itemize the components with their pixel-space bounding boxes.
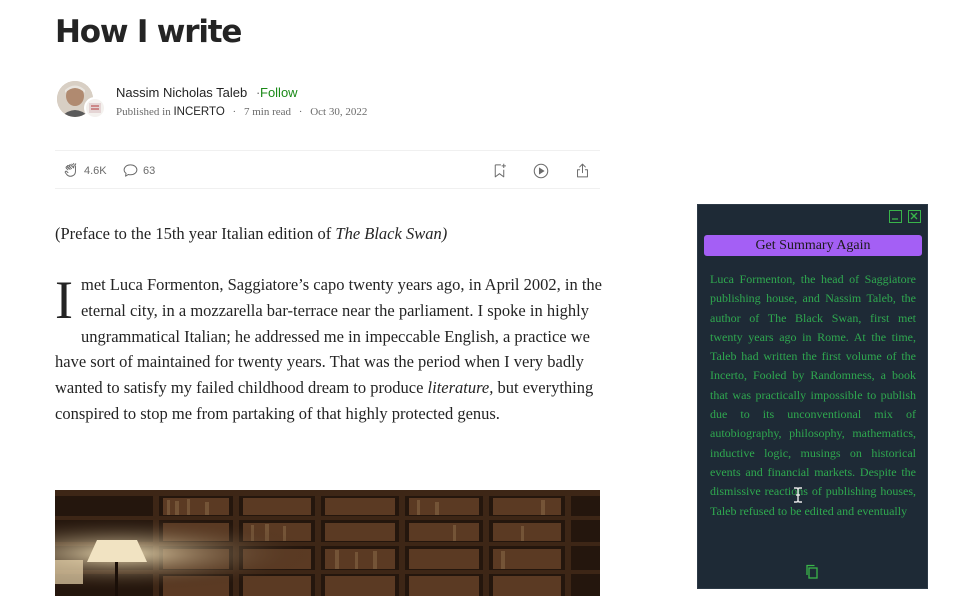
get-summary-again-button[interactable]: Get Summary Again xyxy=(704,235,922,256)
publish-date: Oct 30, 2022 xyxy=(310,106,368,118)
clap-button[interactable]: 4.6K xyxy=(63,162,107,179)
save-button[interactable] xyxy=(491,162,508,179)
article-paragraph: I met Luca Formenton, Saggiatore’s capo … xyxy=(55,272,605,427)
text-cursor-icon xyxy=(793,487,803,508)
drop-cap: I xyxy=(55,270,73,330)
minimize-button[interactable] xyxy=(889,210,902,223)
preface-note: (Preface to the 15th year Italian editio… xyxy=(55,224,447,244)
listen-button[interactable] xyxy=(532,162,550,180)
play-icon xyxy=(533,163,549,179)
article-action-bar: 4.6K 63 xyxy=(55,150,600,189)
meta-separator: · xyxy=(298,106,303,118)
published-in-label: Published in xyxy=(116,106,171,118)
article-hero-image xyxy=(55,490,600,596)
minimize-icon xyxy=(892,218,898,220)
paragraph-emphasis: literature, xyxy=(427,378,494,398)
response-count: 63 xyxy=(143,164,156,177)
preface-prefix: (Preface to the 15th year Italian editio… xyxy=(55,224,336,243)
close-icon xyxy=(910,212,918,220)
publication-logo[interactable] xyxy=(84,97,106,119)
bookmark-add-icon xyxy=(494,163,506,178)
share-icon xyxy=(577,163,588,178)
meta-separator: · xyxy=(232,106,237,118)
author-row: Nassim Nicholas Taleb · Follow Published… xyxy=(57,81,617,121)
read-time: 7 min read xyxy=(243,106,292,118)
copy-button[interactable] xyxy=(805,564,819,584)
share-button[interactable] xyxy=(574,162,591,179)
article-meta: Published in INCERTO · 7 min read · Oct … xyxy=(116,106,367,118)
summary-panel: Get Summary Again Luca Formenton, the he… xyxy=(697,204,928,589)
summary-text: Luca Formenton, the head of Saggiatore p… xyxy=(710,272,916,518)
preface-book-title: The Black Swan) xyxy=(335,224,448,243)
copy-icon xyxy=(806,564,818,579)
clap-icon xyxy=(64,162,77,177)
author-name[interactable]: Nassim Nicholas Taleb xyxy=(116,85,247,100)
clap-count: 4.6K xyxy=(84,164,107,177)
article-title: How I write xyxy=(55,14,242,50)
responses-button[interactable]: 63 xyxy=(122,162,155,179)
close-button[interactable] xyxy=(908,210,921,223)
publication-link[interactable]: INCERTO xyxy=(173,106,224,118)
speech-bubble-icon xyxy=(123,164,138,177)
follow-button[interactable]: Follow xyxy=(260,85,298,100)
